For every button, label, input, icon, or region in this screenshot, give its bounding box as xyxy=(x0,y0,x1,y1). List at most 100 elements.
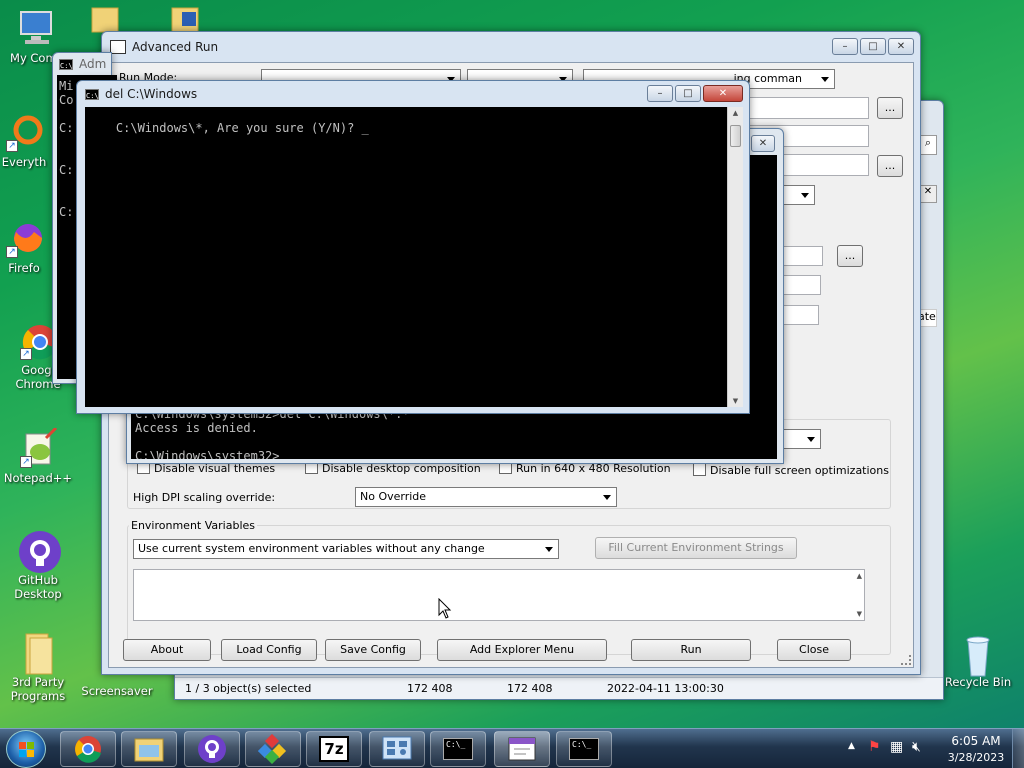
desktop-icon-label: 3rd Party Programs xyxy=(10,675,66,703)
desktop-icon-label: Screensaver xyxy=(81,684,153,698)
chrome-icon xyxy=(75,736,101,763)
taskbar-explorer[interactable] xyxy=(121,731,177,767)
shortcut-arrow-icon: ↗ xyxy=(6,246,18,258)
explorer-search-icon[interactable]: ⌕ xyxy=(919,135,937,155)
del-cmd-window[interactable]: C:\ del C:\Windows – □ ✕ C:\Windows\*, A… xyxy=(76,80,750,414)
save-config-button[interactable]: Save Config xyxy=(325,639,421,661)
hdpi-label: High DPI scaling override: xyxy=(133,491,276,504)
confirm-prompt: C:\Windows\*, Are you sure (Y/N)? _ xyxy=(115,121,369,135)
control-panel-icon xyxy=(382,736,412,760)
desktop-icon-label: Everyth xyxy=(1,155,47,169)
desktop-icon-github[interactable]: GitHub Desktop xyxy=(2,530,74,601)
network-icon[interactable]: ▦ xyxy=(890,739,903,755)
desktop-icon-label: GitHub Desktop xyxy=(14,573,62,601)
github-icon xyxy=(18,530,61,573)
folder-icon xyxy=(18,632,58,675)
taskbar: 7z C:\_ C:\_ ▲ ⚑ ▦ 🔇︎ 6:05 AM 3/28/2023 xyxy=(0,728,1024,768)
shortcut-arrow-icon: ↗ xyxy=(6,140,18,152)
explorer-statusbar: 1 / 3 object(s) selected 172 408 172 408… xyxy=(175,677,943,699)
taskbar-app-diamond[interactable] xyxy=(245,731,301,767)
close-window-button[interactable]: ✕ xyxy=(888,38,914,55)
advanced-run-app-icon xyxy=(110,40,126,54)
seven-zip-icon: 7z xyxy=(319,736,349,762)
explorer-inner-close[interactable]: ✕ xyxy=(919,185,937,203)
desktop-icon-firefox[interactable]: ↗ Firefo xyxy=(0,218,54,275)
taskbar-cmd-2[interactable]: C:\_ xyxy=(556,731,612,767)
add-explorer-menu-button[interactable]: Add Explorer Menu xyxy=(437,639,607,661)
status-size1: 172 408 xyxy=(407,682,453,695)
taskbar-7zip[interactable]: 7z xyxy=(306,731,362,767)
action-center-icon[interactable]: ⚑ xyxy=(868,739,881,755)
firefox-icon: ↗ xyxy=(4,218,44,258)
everything-icon: ↗ xyxy=(4,112,44,152)
notepadpp-icon: ↗ xyxy=(18,426,58,468)
show-desktop-button[interactable] xyxy=(1012,729,1024,768)
env-scroll-down[interactable]: ▼ xyxy=(857,610,862,618)
mouse-cursor-icon xyxy=(438,598,452,619)
disable-fullscreen-opt-checkbox[interactable]: Disable full screen optimizations xyxy=(693,463,889,477)
del-cmd-console[interactable]: C:\Windows\*, Are you sure (Y/N)? _ xyxy=(85,107,727,407)
cmd-icon: C:\ xyxy=(85,88,99,100)
taskbar-control-panel[interactable] xyxy=(369,731,425,767)
cmd-icon: C:\ xyxy=(59,58,73,70)
fill-env-strings-button[interactable]: Fill Current Environment Strings xyxy=(595,537,797,559)
desktop-icon-3rd-party[interactable]: 3rd Party Programs xyxy=(0,632,76,703)
environment-select[interactable]: Use current system environment variables… xyxy=(133,539,559,559)
taskbar-github[interactable] xyxy=(184,731,240,767)
clock-time[interactable]: 6:05 AM xyxy=(946,734,1006,748)
browse-program-button[interactable]: ... xyxy=(877,97,903,119)
load-config-button[interactable]: Load Config xyxy=(221,639,317,661)
taskbar-cmd-1[interactable]: C:\_ xyxy=(430,731,486,767)
start-button[interactable] xyxy=(6,730,46,768)
maximize-button[interactable]: □ xyxy=(860,38,886,55)
recycle-bin-icon xyxy=(958,632,998,677)
volume-icon[interactable]: 🔇︎ xyxy=(912,739,921,755)
tray-expand-icon[interactable]: ▲ xyxy=(848,741,855,751)
github-icon xyxy=(198,735,226,763)
status-selected: 1 / 3 object(s) selected xyxy=(185,682,312,695)
folder-icon xyxy=(134,738,164,762)
maximize-button[interactable]: □ xyxy=(675,85,701,102)
taskbar-chrome[interactable] xyxy=(60,731,116,767)
minimize-button[interactable]: – xyxy=(647,85,673,102)
environment-strings-textarea[interactable]: ▲ ▼ xyxy=(133,569,865,621)
cmd-icon: C:\_ xyxy=(443,738,473,760)
window-title: Advanced Run xyxy=(132,40,219,54)
desktop-icon-everything[interactable]: ↗ Everyth xyxy=(0,112,54,169)
status-size2: 172 408 xyxy=(507,682,553,695)
desktop-icon-notepadpp[interactable]: ↗ Notepad++ xyxy=(0,426,76,485)
cmd-icon: C:\_ xyxy=(569,738,599,760)
shortcut-arrow-icon: ↗ xyxy=(20,348,32,360)
browse-directory-button[interactable]: ... xyxy=(877,155,903,177)
taskbar-advanced-run[interactable] xyxy=(494,731,550,767)
scroll-up-icon[interactable]: ▲ xyxy=(728,109,743,117)
del-cmd-title: del C:\Windows xyxy=(105,87,198,101)
advanced-run-titlebar[interactable]: Advanced Run xyxy=(102,32,920,62)
clock-date[interactable]: 3/28/2023 xyxy=(946,751,1006,764)
tool-icon xyxy=(258,734,287,764)
resize-grip-icon[interactable] xyxy=(901,655,911,665)
desktop-icon-label: Notepad++ xyxy=(3,471,73,485)
env-scroll-up[interactable]: ▲ xyxy=(857,572,862,580)
second-cmd-close-button[interactable]: ✕ xyxy=(751,135,775,152)
shortcut-arrow-icon: ↗ xyxy=(20,456,32,468)
del-cmd-scrollbar[interactable]: ▲ ▼ xyxy=(727,107,743,407)
environment-group-label: Environment Variables xyxy=(129,519,258,532)
hdpi-select[interactable]: No Override xyxy=(355,487,617,507)
second-cmd-output: C:\Windows\system32>del C:\Windows\*.* A… xyxy=(135,407,410,459)
minimize-button[interactable]: – xyxy=(832,38,858,55)
scroll-thumb[interactable] xyxy=(730,125,741,147)
scroll-down-icon[interactable]: ▼ xyxy=(728,397,743,405)
desktop-icon-recycle-bin[interactable]: Recycle Bin xyxy=(940,632,1016,689)
close-window-button[interactable]: ✕ xyxy=(703,85,743,102)
status-date: 2022-04-11 13:00:30 xyxy=(607,682,724,695)
about-button[interactable]: About xyxy=(123,639,211,661)
desktop-icon-label: Firefo xyxy=(8,261,40,275)
admin-cmd-titlebar[interactable]: C:\ Adm xyxy=(53,53,111,75)
desktop-icon-screensaver[interactable]: Screensaver xyxy=(80,684,154,698)
close-button[interactable]: Close xyxy=(777,639,851,661)
window-pos-button[interactable]: ... xyxy=(837,245,863,267)
computer-icon xyxy=(17,8,57,48)
run-button[interactable]: Run xyxy=(631,639,751,661)
advanced-run-icon xyxy=(508,737,536,761)
